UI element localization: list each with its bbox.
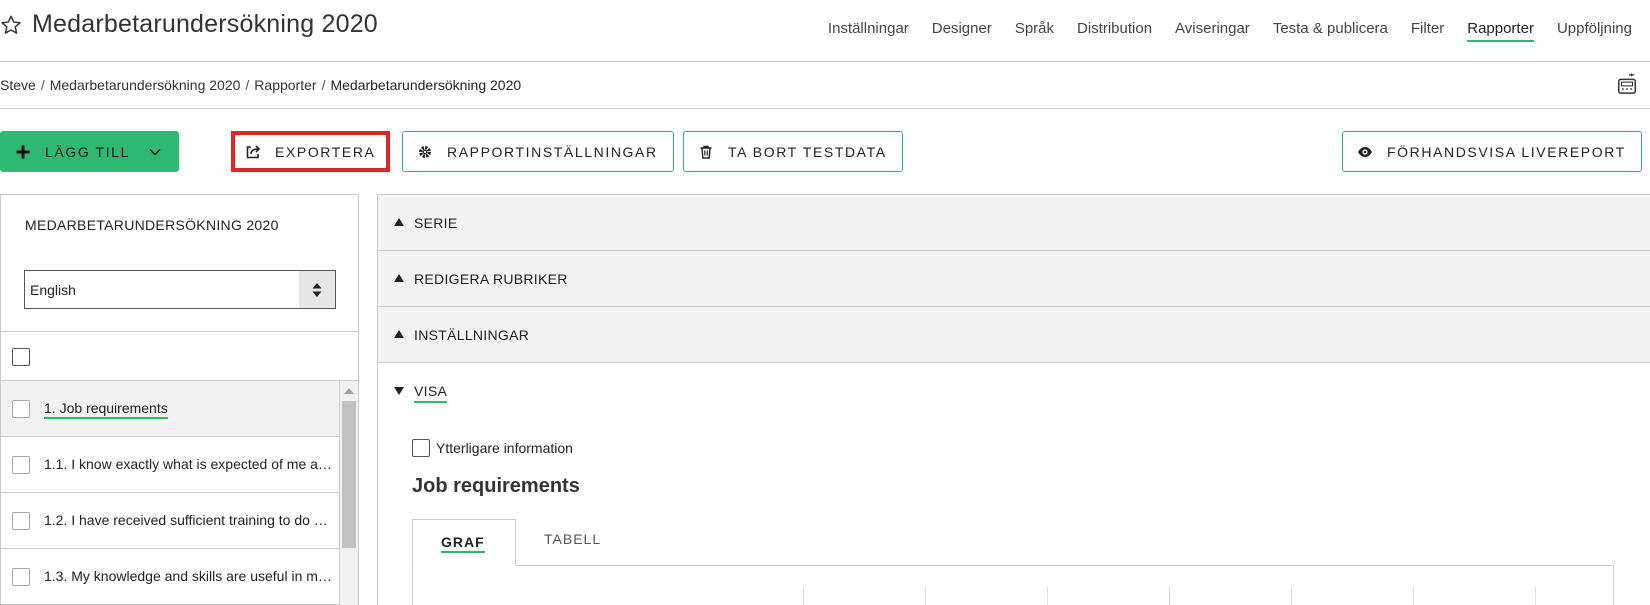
breadcrumb-bar: Steve / Medarbetarundersökning 2020 / Ra… — [0, 63, 1650, 109]
chart-gridline — [1047, 586, 1048, 605]
nav-designer[interactable]: Designer — [932, 20, 992, 42]
calculator-icon[interactable] — [1616, 73, 1638, 95]
question-checkbox[interactable] — [12, 512, 30, 530]
section-visa: VISA Ytterligare information Job require… — [378, 363, 1650, 605]
breadcrumb-steve[interactable]: Steve — [0, 77, 36, 93]
section-label: SERIE — [414, 215, 458, 231]
export-button[interactable]: EXPORTERA — [231, 131, 390, 172]
share-icon — [246, 144, 261, 158]
page-title: Medarbetarundersökning 2020 — [32, 10, 378, 38]
question-label: 1.2. I have received sufficient training… — [44, 512, 334, 528]
breadcrumb: Steve / Medarbetarundersökning 2020 / Ra… — [0, 77, 521, 93]
nav-rapporter[interactable]: Rapporter — [1467, 20, 1534, 42]
list-item[interactable]: 1.2. I have received sufficient training… — [1, 493, 340, 549]
breadcrumb-survey[interactable]: Medarbetarundersökning 2020 — [50, 77, 241, 93]
question-checkbox[interactable] — [12, 456, 30, 474]
tab-graf[interactable]: GRAF — [412, 519, 516, 566]
question-label: 1. Job requirements — [44, 400, 168, 419]
extra-info-checkbox[interactable] — [412, 439, 430, 457]
chart-gridline — [803, 586, 804, 605]
caret-down-icon[interactable] — [394, 387, 404, 395]
tab-tabell-label: TABELL — [544, 531, 602, 547]
title-area: Medarbetarundersökning 2020 — [0, 10, 378, 39]
trash-icon — [700, 145, 712, 159]
question-label: 1.3. My knowledge and skills are useful … — [44, 568, 334, 584]
question-list: 1. Job requirements 1.1. I know exactly … — [1, 381, 340, 605]
question-list-scrollbar[interactable] — [340, 381, 358, 605]
extra-info-label: Ytterligare information — [436, 440, 573, 456]
scroll-up-arrow-icon[interactable] — [344, 388, 354, 394]
preview-livereport-button[interactable]: FÖRHANDSVISA LIVEREPORT — [1342, 131, 1642, 172]
section-redigera-rubriker[interactable]: REDIGERA RUBRIKER — [378, 251, 1650, 307]
survey-title: MEDARBETARUNDERSÖKNING 2020 — [25, 217, 279, 233]
export-button-label: EXPORTERA — [275, 143, 376, 160]
nav-uppfoljning[interactable]: Uppföljning — [1557, 20, 1632, 42]
list-item[interactable]: 1.1. I know exactly what is expected of … — [1, 437, 340, 493]
delete-testdata-button[interactable]: TA BORT TESTDATA — [683, 131, 903, 172]
chart-gridline — [1291, 586, 1292, 605]
breadcrumb-rapporter[interactable]: Rapporter — [254, 77, 316, 93]
eye-icon — [1358, 146, 1372, 157]
caret-up-icon — [394, 274, 404, 282]
select-all-checkbox[interactable] — [12, 348, 30, 366]
report-toolbar: LÄGG TILL EXPORTERA RAPPORTINSTÄLLNINGAR… — [0, 131, 1650, 172]
add-button-label: LÄGG TILL — [45, 143, 130, 160]
nav-testa-publicera[interactable]: Testa & publicera — [1273, 20, 1388, 42]
select-arrows-icon — [299, 271, 335, 308]
breadcrumb-separator: / — [40, 77, 45, 93]
chart-gridline — [1413, 586, 1414, 605]
add-button[interactable]: LÄGG TILL — [0, 131, 179, 172]
caret-up-icon — [394, 330, 404, 338]
language-select[interactable]: English — [24, 270, 336, 309]
report-settings-button[interactable]: RAPPORTINSTÄLLNINGAR — [402, 131, 674, 172]
chart-gridline — [1535, 586, 1536, 605]
report-settings-label: RAPPORTINSTÄLLNINGAR — [447, 143, 658, 160]
chart-gridline — [1169, 586, 1170, 605]
gear-icon — [419, 145, 431, 158]
chart-gridline — [925, 586, 926, 605]
tab-graf-label: GRAF — [441, 534, 485, 553]
report-editor-panel: SERIE REDIGERA RUBRIKER INSTÄLLNINGAR VI… — [377, 194, 1650, 605]
nav-aviseringar[interactable]: Aviseringar — [1175, 20, 1250, 42]
chevron-down-icon — [149, 148, 161, 156]
list-item[interactable]: 1.3. My knowledge and skills are useful … — [1, 549, 340, 605]
list-item[interactable]: 1. Job requirements — [1, 381, 340, 437]
main-nav: Inställningar Designer Språk Distributio… — [828, 20, 1632, 42]
nav-installningar[interactable]: Inställningar — [828, 20, 909, 42]
scrollbar-thumb[interactable] — [342, 401, 356, 548]
nav-filter[interactable]: Filter — [1411, 20, 1444, 42]
nav-sprak[interactable]: Språk — [1015, 20, 1054, 42]
question-checkbox[interactable] — [12, 400, 30, 418]
extra-info-option[interactable]: Ytterligare information — [412, 439, 573, 457]
report-heading: Job requirements — [412, 475, 580, 497]
language-value: English — [30, 282, 76, 298]
section-serie[interactable]: SERIE — [378, 195, 1650, 251]
question-label: 1.1. I know exactly what is expected of … — [44, 456, 334, 472]
question-checkbox[interactable] — [12, 568, 30, 586]
star-icon[interactable] — [0, 14, 22, 36]
breadcrumb-current: Medarbetarundersökning 2020 — [330, 77, 522, 93]
section-visa-label[interactable]: VISA — [414, 383, 448, 403]
view-tabs: GRAF TABELL — [412, 519, 1614, 605]
breadcrumb-separator: / — [321, 77, 326, 93]
plus-icon — [16, 145, 30, 158]
breadcrumb-separator: / — [245, 77, 250, 93]
preview-livereport-label: FÖRHANDSVISA LIVEREPORT — [1387, 143, 1626, 160]
tab-tabell[interactable]: TABELL — [516, 519, 636, 566]
caret-up-icon — [394, 218, 404, 226]
top-header: Medarbetarundersökning 2020 Inställninga… — [0, 0, 1650, 62]
section-installningar[interactable]: INSTÄLLNINGAR — [378, 307, 1650, 363]
section-label: REDIGERA RUBRIKER — [414, 271, 568, 287]
section-label: INSTÄLLNINGAR — [414, 327, 530, 343]
select-all-row — [1, 331, 358, 381]
nav-distribution[interactable]: Distribution — [1077, 20, 1152, 42]
delete-testdata-label: TA BORT TESTDATA — [728, 143, 887, 160]
chart-area — [412, 566, 1614, 605]
question-panel: MEDARBETARUNDERSÖKNING 2020 English 1. J… — [0, 194, 359, 605]
